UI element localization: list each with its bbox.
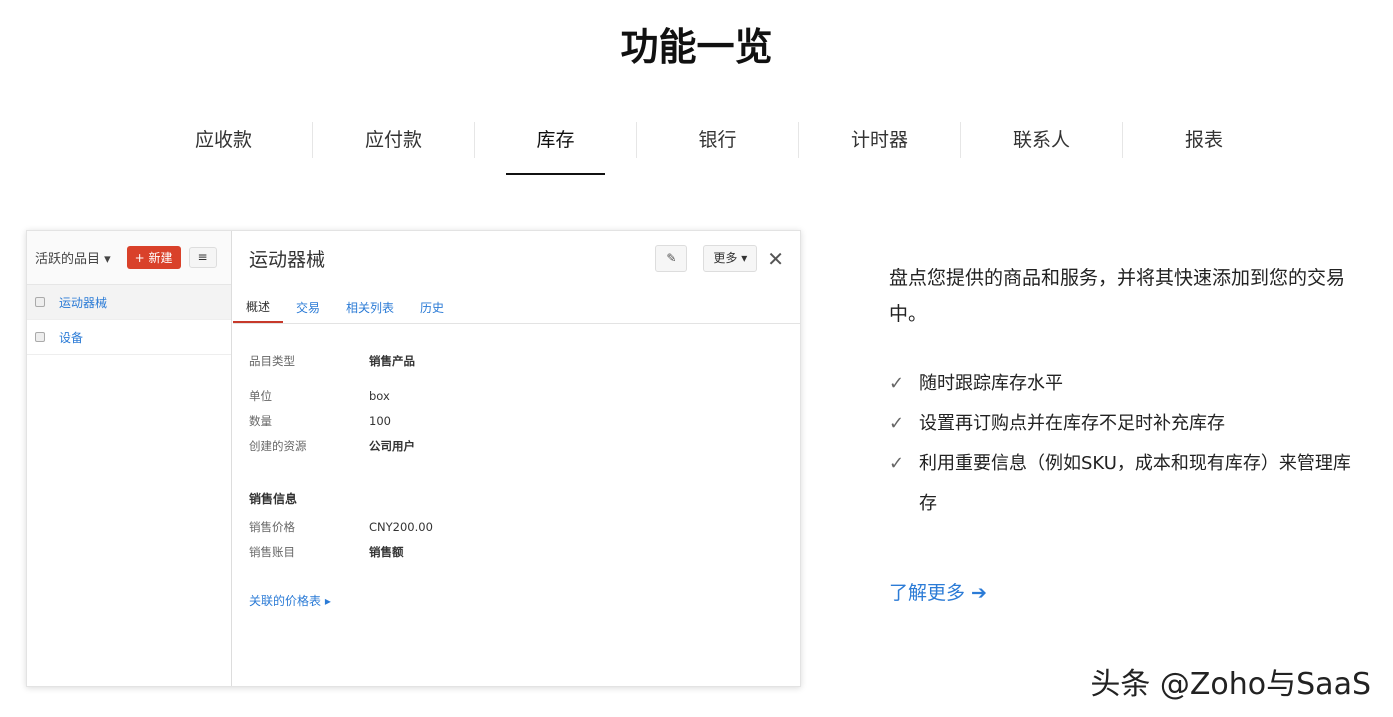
field-value: 销售额 [369, 544, 404, 559]
feature-text: 利用重要信息（例如SKU，成本和现有库存）来管理库存 [919, 453, 1351, 514]
menu-icon[interactable]: ≡ [188, 247, 217, 268]
tab-related-lists[interactable]: 相关列表 [333, 286, 407, 323]
feature-text: 设置再订购点并在库存不足时补充库存 [919, 413, 1225, 434]
feature-description: 盘点您提供的商品和服务，并将其快速添加到您的交易中。 [889, 267, 1346, 325]
field-value: 100 [369, 413, 391, 428]
feature-tabs: 应收款 应付款 库存 银行 计时器 联系人 报表 [135, 122, 1285, 175]
field-value: box [369, 388, 390, 403]
check-icon: ✓ [889, 373, 905, 394]
item-detail: 运动器械 ✎ 更多 ▾ ✕ 概述 交易 相关列表 历史 品目类型 销售产品 单位 b… [233, 231, 800, 686]
price-list-link[interactable]: 关联的价格表 ▸ [249, 592, 784, 609]
item-link[interactable]: 运动器械 [59, 294, 107, 311]
tab-transactions[interactable]: 交易 [283, 286, 333, 323]
field-label: 单位 [249, 388, 272, 403]
tab-receivables[interactable]: 应收款 [135, 122, 313, 158]
item-filter-dropdown[interactable]: 活跃的品目 ▾ [35, 248, 111, 267]
field-value: 销售产品 [369, 353, 415, 368]
watermark: 头条 @Zoho与SaaS [1090, 667, 1371, 702]
tab-reports[interactable]: 报表 [1123, 122, 1285, 158]
close-icon[interactable]: ✕ [767, 247, 784, 271]
field-label: 品目类型 [249, 353, 295, 368]
field-label: 销售账目 [249, 544, 295, 559]
check-icon: ✓ [889, 413, 905, 434]
tab-timer[interactable]: 计时器 [799, 122, 961, 158]
more-button[interactable]: 更多 ▾ [703, 245, 758, 272]
field-value: 公司用户 [369, 438, 415, 453]
list-item[interactable]: 设备 [27, 320, 231, 355]
field-value: CNY200.00 [369, 519, 433, 534]
checkbox[interactable] [35, 297, 45, 307]
list-item[interactable]: 运动器械 [27, 285, 231, 320]
field-label: 数量 [249, 413, 272, 428]
new-item-button[interactable]: + 新建 [126, 246, 181, 269]
feature-text: 随时跟踪库存水平 [919, 373, 1063, 394]
pencil-icon[interactable]: ✎ [655, 245, 688, 272]
checkbox[interactable] [35, 332, 45, 342]
field-label: 创建的资源 [249, 438, 307, 453]
page-title: 功能一览 [620, 25, 773, 69]
item-sidebar: 活跃的品目 ▾ + 新建 ≡ 运动器械 设备 [27, 231, 232, 686]
list-item: ✓ 设置再订购点并在库存不足时补充库存 [889, 404, 1359, 444]
section-heading: 销售信息 [249, 492, 298, 506]
app-screenshot: 活跃的品目 ▾ + 新建 ≡ 运动器械 设备 运动器械 ✎ 更多 ▾ ✕ 概述 … [26, 230, 801, 687]
item-title: 运动器械 [249, 249, 326, 271]
item-link[interactable]: 设备 [59, 329, 83, 346]
learn-more-link[interactable]: 了解更多 ➔ [889, 578, 987, 605]
feature-list: ✓ 随时跟踪库存水平 ✓ 设置再订购点并在库存不足时补充库存 ✓ 利用重要信息（例如S… [889, 364, 1359, 524]
tab-payables[interactable]: 应付款 [313, 122, 475, 158]
tab-banking[interactable]: 银行 [637, 122, 799, 158]
tab-contacts[interactable]: 联系人 [961, 122, 1123, 158]
tab-overview[interactable]: 概述 [233, 286, 284, 323]
list-item: ✓ 随时跟踪库存水平 [889, 364, 1359, 404]
list-item: ✓ 利用重要信息（例如SKU，成本和现有库存）来管理库存 [889, 444, 1359, 524]
field-label: 销售价格 [249, 519, 295, 534]
check-icon: ✓ [889, 453, 905, 474]
tab-history[interactable]: 历史 [407, 286, 457, 323]
tab-inventory[interactable]: 库存 [475, 122, 637, 175]
